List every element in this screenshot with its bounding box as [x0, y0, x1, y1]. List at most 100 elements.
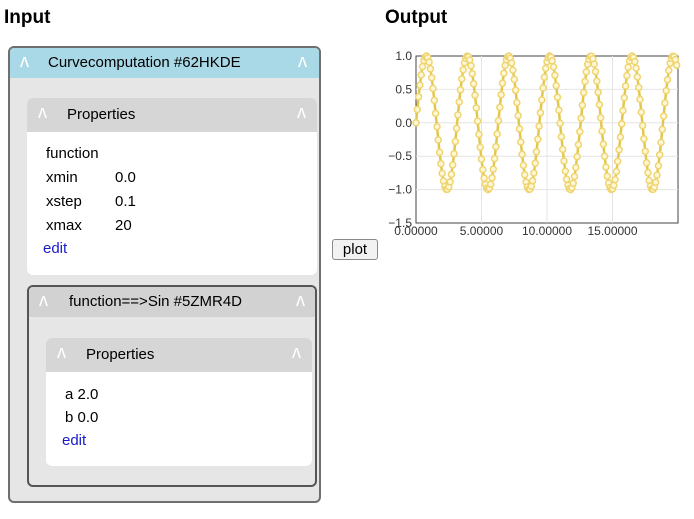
data-point	[459, 66, 467, 74]
data-point	[528, 176, 537, 185]
data-point	[548, 57, 556, 65]
data-point	[451, 137, 460, 146]
data-point	[637, 108, 646, 117]
data-point	[454, 111, 462, 119]
data-point	[562, 175, 571, 184]
data-point	[599, 140, 608, 148]
xstep-value: 0.1	[115, 193, 136, 210]
data-point	[468, 69, 477, 78]
data-point	[578, 101, 587, 109]
data-point	[665, 66, 673, 75]
xmax-value: 20	[115, 217, 132, 234]
curvecomputation-title: Curvecomputation #62HKDE	[48, 54, 241, 71]
collapse-caret-icon[interactable]: ʌ	[298, 51, 307, 72]
data-point	[577, 114, 585, 123]
data-point	[412, 119, 420, 127]
data-point	[434, 136, 443, 144]
properties-title: Properties	[86, 346, 155, 363]
data-point	[555, 106, 563, 114]
data-point	[490, 154, 499, 163]
data-point	[496, 103, 504, 112]
plot-button[interactable]: plot	[332, 239, 378, 260]
output-heading: Output	[385, 7, 448, 28]
data-point	[489, 165, 498, 173]
data-point	[471, 91, 479, 100]
data-point	[425, 58, 433, 66]
data-point	[553, 93, 562, 102]
collapse-caret-icon[interactable]: ʌ	[292, 342, 301, 363]
properties-titlebar[interactable]: ʌ Properties ʌ	[27, 98, 317, 132]
data-point	[621, 82, 630, 90]
data-point	[570, 172, 579, 181]
data-point	[655, 151, 664, 159]
data-point	[498, 79, 507, 87]
data-point	[549, 63, 558, 71]
data-point	[493, 130, 501, 138]
collapse-caret-icon[interactable]: ʌ	[20, 51, 29, 72]
data-point	[659, 112, 668, 120]
sin-function-titlebar[interactable]: ʌ function==>Sin #5ZMR4D ʌ	[29, 287, 315, 317]
data-point	[631, 57, 639, 66]
data-point	[477, 155, 486, 163]
function-label: function	[46, 145, 99, 162]
data-point	[591, 67, 600, 76]
data-point	[632, 64, 640, 72]
data-point	[467, 61, 475, 70]
data-point	[556, 119, 564, 128]
data-point	[456, 86, 465, 94]
data-point	[520, 171, 529, 179]
data-point	[511, 86, 520, 95]
properties-titlebar[interactable]: ʌ Properties ʌ	[46, 338, 312, 372]
y-tick-label: 0.5	[395, 82, 412, 96]
x-tick-label: 10.00000	[522, 224, 572, 238]
data-point	[472, 104, 481, 112]
data-point	[662, 86, 670, 95]
data-point	[494, 116, 503, 125]
data-point	[447, 170, 456, 179]
data-point	[531, 159, 539, 167]
properties-title: Properties	[67, 106, 136, 123]
curvecomputation-titlebar[interactable]: ʌ Curvecomputation #62HKDE ʌ	[10, 48, 319, 78]
x-tick-label: 5.00000	[460, 224, 504, 238]
curvecomputation-panel: ʌ Curvecomputation #62HKDE ʌ ʌ Propertie…	[8, 46, 321, 503]
y-tick-label: 1.0	[395, 49, 412, 63]
data-point	[492, 142, 500, 151]
data-point	[636, 95, 644, 104]
data-point	[558, 145, 567, 154]
data-point	[579, 88, 588, 97]
edit-link[interactable]: edit	[62, 432, 86, 449]
data-point	[486, 180, 495, 188]
data-point	[661, 99, 669, 107]
param-a: a 2.0	[65, 386, 99, 403]
data-point	[438, 169, 446, 178]
data-point	[509, 66, 517, 74]
data-point	[581, 77, 589, 86]
collapse-caret-icon[interactable]: ʌ	[38, 102, 47, 123]
data-point	[458, 75, 466, 83]
data-point	[513, 98, 521, 107]
data-point	[613, 157, 622, 166]
data-point	[532, 148, 541, 156]
xmin-key: xmin	[46, 169, 78, 186]
data-point	[413, 105, 422, 114]
data-point	[426, 65, 435, 73]
collapse-caret-icon[interactable]: ʌ	[297, 102, 306, 123]
y-tick-label: −0.5	[388, 149, 412, 163]
data-point	[538, 96, 546, 104]
collapse-caret-icon[interactable]: ʌ	[57, 342, 66, 363]
data-point	[590, 60, 598, 68]
data-point	[416, 81, 424, 89]
collapse-caret-icon[interactable]: ʌ	[39, 290, 48, 311]
data-point	[540, 73, 549, 81]
data-point	[535, 122, 543, 130]
data-point	[552, 81, 560, 90]
properties-card: ʌ Properties ʌ a 2.0 b 0.0 edit	[46, 338, 312, 466]
data-point	[497, 90, 505, 99]
x-tick-label: 15.00000	[587, 224, 637, 238]
data-point	[595, 100, 604, 109]
data-point	[615, 146, 623, 154]
collapse-caret-icon[interactable]: ʌ	[296, 290, 305, 311]
data-point	[510, 75, 519, 84]
edit-link[interactable]: edit	[43, 240, 67, 257]
data-point	[435, 148, 444, 157]
